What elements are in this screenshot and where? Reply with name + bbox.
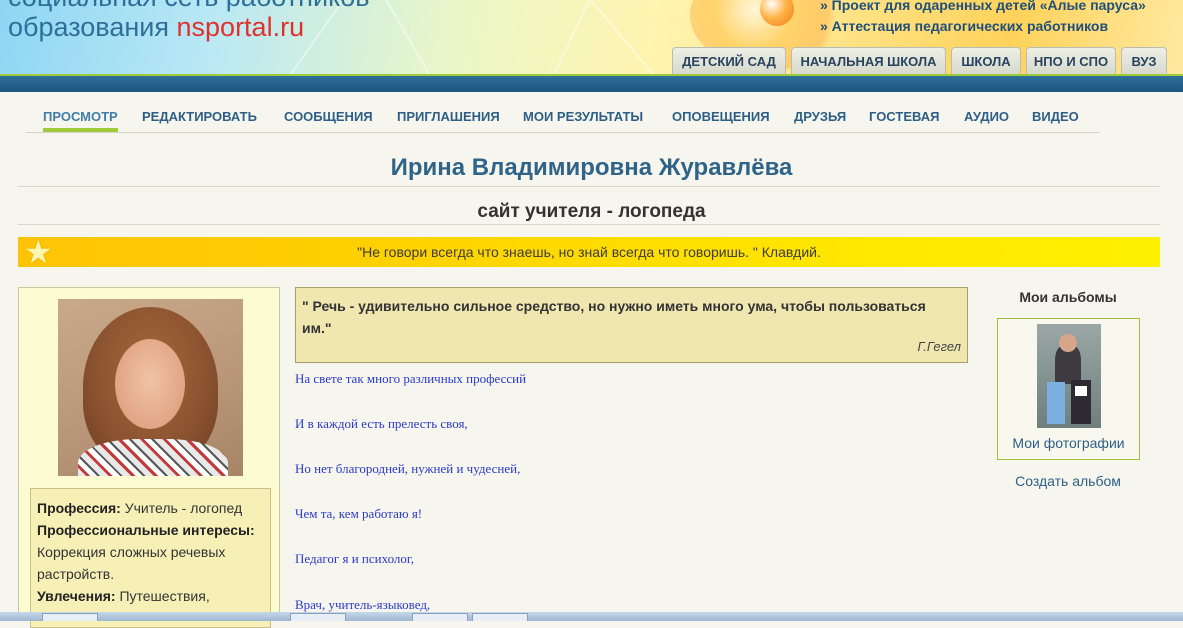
menu-audio[interactable]: АУДИО <box>964 109 1009 128</box>
logo-brand-ns: ns <box>176 12 206 42</box>
profile-menu: ПРОСМОТР РЕДАКТИРОВАТЬ СООБЩЕНИЯ ПРИГЛАШ… <box>26 106 1100 133</box>
divider <box>18 224 1160 225</box>
site-logo[interactable]: образования nsportal.ru <box>8 12 304 43</box>
poem-line: Врач, учитель-языковед, <box>295 597 431 612</box>
header-navbar <box>0 76 1183 92</box>
poem-line: И в каждой есть прелесть своя, <box>295 416 468 431</box>
menu-friends[interactable]: ДРУЗЬЯ <box>794 109 846 128</box>
menu-my-results[interactable]: МОИ РЕЗУЛЬТАТЫ <box>523 109 643 128</box>
tab-school[interactable]: ШКОЛА <box>951 47 1021 75</box>
site-title: сайт учителя - логопеда <box>477 201 706 222</box>
menu-messages[interactable]: СООБЩЕНИЯ <box>284 109 373 128</box>
taskbar-button[interactable] <box>412 613 468 621</box>
taskbar-button[interactable] <box>42 613 98 621</box>
profession-row: Профессия: Учитель - логопед <box>37 497 264 519</box>
quote-box: " Речь - удивительно сильное средство, н… <box>295 287 968 363</box>
taskbar-button[interactable] <box>290 613 346 621</box>
menu-edit[interactable]: РЕДАКТИРОВАТЬ <box>142 109 257 128</box>
avatar[interactable] <box>58 299 243 476</box>
motto-text: "Не говори всегда что знаешь, но знай вс… <box>357 244 821 260</box>
poem-line: Педагог я и психолог, <box>295 551 415 566</box>
menu-guestbook[interactable]: ГОСТЕВАЯ <box>869 109 939 128</box>
profile-info: Профессия: Учитель - логопед Профессиона… <box>30 488 271 628</box>
hobbies-row: Увлечения: Путешествия, <box>37 585 264 607</box>
interests-value: Коррекция сложных речевых растройств. <box>37 544 226 582</box>
hobbies-label: Увлечения: <box>37 588 116 604</box>
poem-line: Чем та, кем работаю я! <box>295 506 423 521</box>
album-card[interactable]: Мои фотографии <box>997 318 1140 460</box>
album-thumbnail[interactable] <box>1037 324 1101 428</box>
hobbies-value: Путешествия, <box>119 588 210 604</box>
owner-name: Ирина Владимировна Журавлёва <box>390 154 793 181</box>
profession-value: Учитель - логопед <box>124 500 243 516</box>
poem-line: На свете так много различных профессий <box>295 371 527 386</box>
header-links: » Проект для одаренных детей «Алые парус… <box>820 0 1146 37</box>
tab-vuz[interactable]: ВУЗ <box>1121 47 1167 75</box>
tab-kindergarten[interactable]: ДЕТСКИЙ САД <box>672 47 786 75</box>
logo-text: образования <box>8 12 169 42</box>
motto-bar: ★ "Не говори всегда что знаешь, но знай … <box>18 235 1160 269</box>
album-name-link[interactable]: Мои фотографии <box>998 435 1139 451</box>
poem-line: Но нет благородней, нужней и чудесней, <box>295 461 521 476</box>
quote-text: " Речь - удивительно сильное средство, н… <box>302 298 926 336</box>
profession-label: Профессия: <box>37 500 121 516</box>
menu-notifications[interactable]: ОПОВЕЩЕНИЯ <box>672 109 770 128</box>
site-header-banner: социальная сеть работников образования n… <box>0 0 1183 76</box>
create-album-link[interactable]: Создать альбом <box>990 473 1146 489</box>
logo-brand-rest: portal.ru <box>205 12 305 42</box>
albums-heading: Мои альбомы <box>1019 289 1117 305</box>
menu-view[interactable]: ПРОСМОТР <box>43 109 118 132</box>
divider <box>18 186 1160 187</box>
interests-label: Профессиональные интересы: <box>37 522 255 538</box>
tab-primary-school[interactable]: НАЧАЛЬНАЯ ШКОЛА <box>791 47 946 75</box>
link-attestation[interactable]: » Аттестация педагогических работников <box>820 16 1146 37</box>
menu-invitations[interactable]: ПРИГЛАШЕНИЯ <box>397 109 500 128</box>
tab-npo-spo[interactable]: НПО И СПО <box>1026 47 1116 75</box>
link-alye-parusa[interactable]: » Проект для одаренных детей «Алые парус… <box>820 0 1146 16</box>
taskbar-button[interactable] <box>472 613 528 621</box>
menu-video[interactable]: ВИДЕО <box>1032 109 1079 128</box>
interests-row: Профессиональные интересы: Коррекция сло… <box>37 519 264 585</box>
profile-sidebar: Профессия: Учитель - логопед Профессиона… <box>18 287 280 628</box>
os-taskbar <box>0 612 1183 621</box>
quote-author: Г.Гегел <box>917 339 961 354</box>
